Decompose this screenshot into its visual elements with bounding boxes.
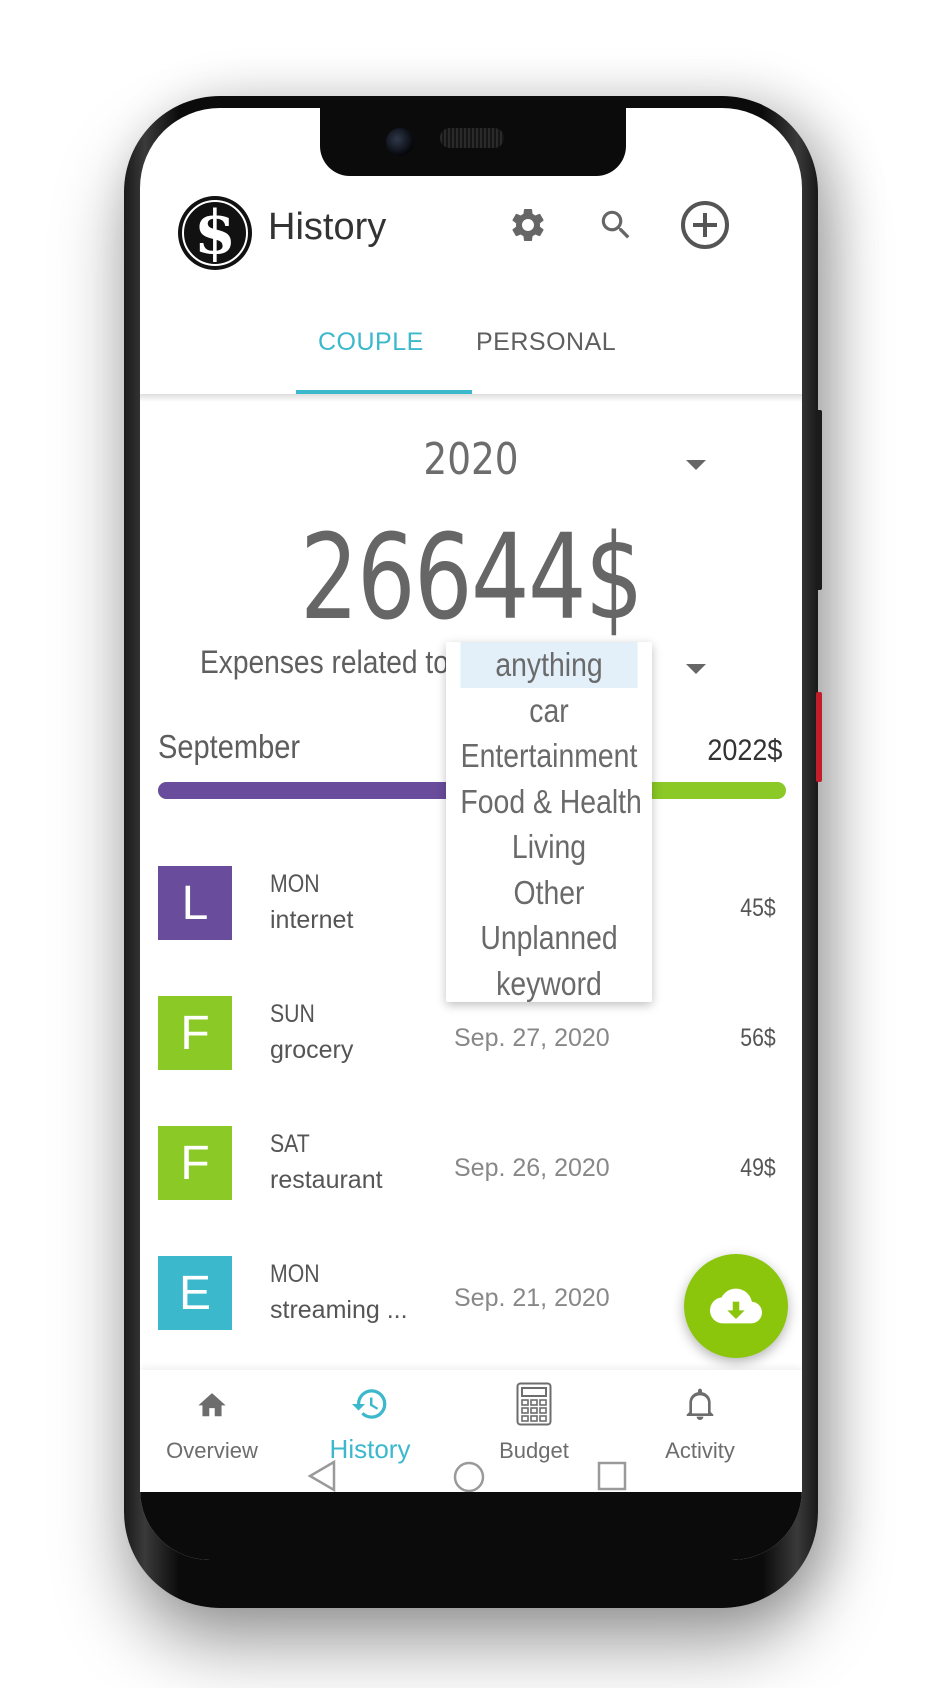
- dropdown-option[interactable]: Unplanned: [460, 915, 637, 961]
- transaction-date: Sep. 27, 2020: [454, 1024, 610, 1052]
- recents-icon[interactable]: [596, 1460, 628, 1492]
- tab-personal[interactable]: PERSONAL: [476, 328, 616, 357]
- bottom-bezel: [140, 1492, 802, 1560]
- category-badge: E: [158, 1256, 232, 1330]
- transaction-name: restaurant: [270, 1166, 383, 1194]
- power-button: [816, 692, 822, 782]
- transaction-name: streaming ...: [270, 1296, 408, 1324]
- history-icon: [300, 1382, 440, 1426]
- page-title: History: [268, 206, 387, 248]
- dropdown-option[interactable]: car: [460, 688, 637, 734]
- month-amount: 2022$: [706, 734, 782, 767]
- total-amount: 26644$: [299, 508, 644, 646]
- dropdown-option[interactable]: Food & Health: [460, 779, 641, 825]
- speaker-grille: [440, 128, 504, 148]
- transaction-day: SAT: [270, 1130, 310, 1158]
- add-button[interactable]: [678, 201, 732, 249]
- home-icon: [142, 1382, 282, 1426]
- transaction-day: SUN: [270, 1000, 315, 1028]
- dropdown-option[interactable]: Entertainment: [460, 733, 638, 779]
- year-select[interactable]: 2020: [190, 434, 753, 485]
- dropdown-option[interactable]: anything: [460, 642, 638, 688]
- tabs-divider: [140, 394, 802, 402]
- table-row[interactable]: F SUN grocery Sep. 27, 2020 56$: [140, 996, 802, 1116]
- transaction-name: internet: [270, 906, 354, 934]
- category-dropdown-menu: anything car Entertainment Food & Health Liv…: [446, 642, 652, 1002]
- transaction-date: Sep. 26, 2020: [454, 1154, 610, 1182]
- transaction-date: Sep. 21, 2020: [454, 1284, 610, 1312]
- transaction-name: grocery: [270, 1036, 354, 1064]
- app-screen: $ History COUPLE PERSONAL 2020 26644$ Ex…: [140, 108, 802, 1560]
- transaction-amount: 49$: [740, 1154, 776, 1182]
- volume-button: [816, 410, 822, 590]
- dropdown-option[interactable]: Living: [460, 824, 637, 870]
- home-circle-icon[interactable]: [452, 1460, 486, 1494]
- year-dropdown-caret-icon[interactable]: [686, 460, 706, 470]
- transaction-day: MON: [270, 870, 320, 898]
- bell-icon: [630, 1382, 770, 1426]
- notch: [320, 108, 626, 176]
- transaction-amount: 56$: [740, 1024, 776, 1052]
- cloud-download-icon: [710, 1288, 762, 1324]
- calculator-icon: [464, 1382, 604, 1426]
- transaction-day: MON: [270, 1260, 320, 1288]
- back-icon[interactable]: [306, 1458, 338, 1494]
- search-icon: [601, 210, 630, 239]
- transaction-amount: 45$: [740, 894, 776, 922]
- plus-circle-icon: [681, 201, 729, 249]
- gear-icon: [512, 209, 544, 241]
- camera-icon: [386, 128, 414, 156]
- category-dropdown-caret-icon[interactable]: [686, 664, 706, 674]
- tab-couple[interactable]: COUPLE: [318, 328, 424, 357]
- app-logo: $: [178, 196, 252, 270]
- dropdown-option[interactable]: keyword: [460, 961, 637, 1007]
- month-label: September: [158, 728, 301, 765]
- category-badge: F: [158, 996, 232, 1070]
- search-button[interactable]: [594, 203, 638, 247]
- dropdown-option[interactable]: Other: [460, 870, 637, 916]
- device-mockup: $ History COUPLE PERSONAL 2020 26644$ Ex…: [0, 0, 950, 1688]
- category-badge: F: [158, 1126, 232, 1200]
- download-fab-button[interactable]: [684, 1254, 788, 1358]
- category-badge: L: [158, 866, 232, 940]
- table-row[interactable]: F SAT restaurant Sep. 26, 2020 49$: [140, 1126, 802, 1246]
- expenses-filter-label: Expenses related to: [200, 644, 449, 680]
- settings-button[interactable]: [506, 203, 550, 247]
